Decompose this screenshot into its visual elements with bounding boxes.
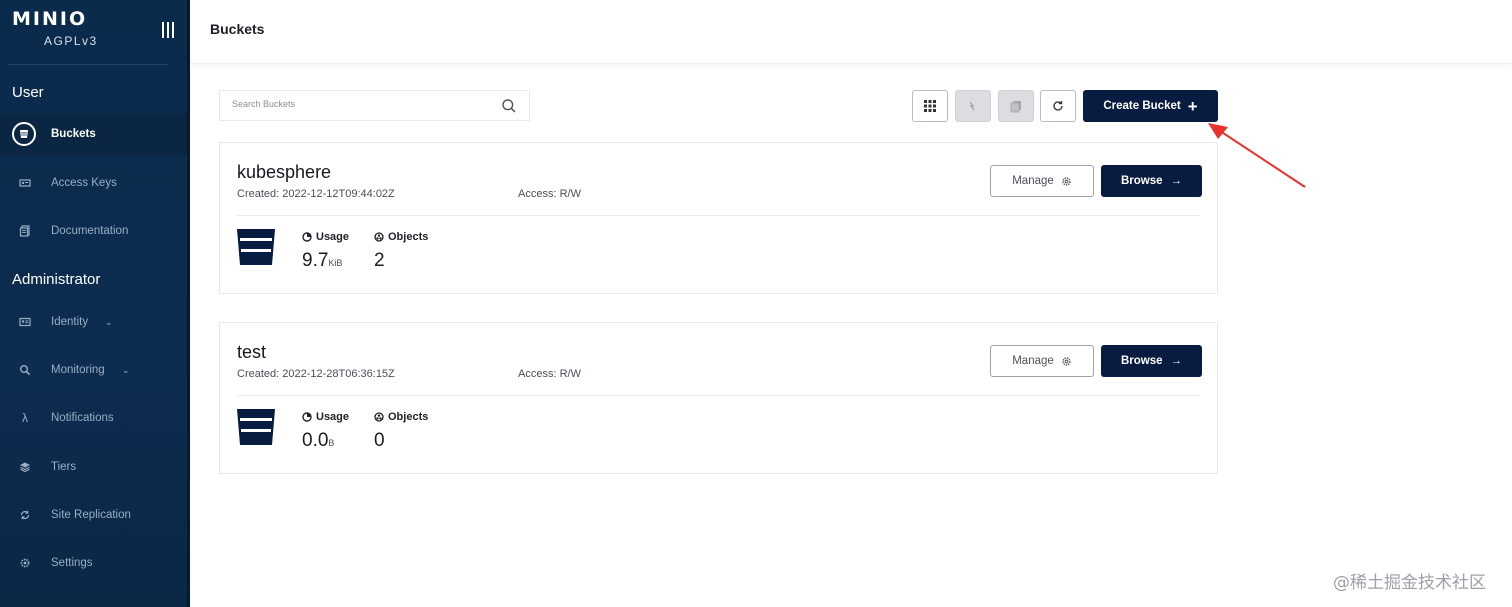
grid-icon bbox=[924, 100, 936, 112]
lambda-icon: λ bbox=[22, 411, 28, 425]
gear-icon bbox=[18, 556, 32, 570]
sidebar-item-documentation[interactable]: Documentation bbox=[0, 210, 187, 252]
search-icon[interactable] bbox=[501, 98, 517, 114]
lifecycle-icon bbox=[1010, 101, 1021, 113]
sidebar-item-label: Identity bbox=[51, 316, 89, 328]
objects-icon bbox=[374, 232, 384, 242]
bucket-access: Access: R/W bbox=[518, 368, 581, 380]
sidebar-item-site-replication[interactable]: Site Replication bbox=[0, 494, 187, 536]
usage-label: Usage bbox=[302, 231, 349, 243]
browse-label: Browse bbox=[1120, 175, 1163, 187]
bucket-created: Created: 2022-12-12T09:44:02Z bbox=[237, 188, 395, 200]
manage-label: Manage bbox=[1012, 175, 1054, 187]
arrow-right-icon: → bbox=[1170, 175, 1183, 187]
bucket-card[interactable]: test Created: 2022-12-28T06:36:15Z Acces… bbox=[219, 322, 1218, 474]
pie-chart-icon bbox=[302, 412, 312, 422]
manage-button[interactable]: Manage bbox=[990, 165, 1094, 197]
sidebar-item-label: Notifications bbox=[51, 412, 114, 424]
key-icon bbox=[18, 176, 32, 190]
bucket-card[interactable]: kubesphere Created: 2022-12-12T09:44:02Z… bbox=[219, 142, 1218, 294]
replication-icon bbox=[18, 508, 32, 522]
usage-label: Usage bbox=[302, 411, 349, 423]
page-title: Buckets bbox=[210, 21, 265, 37]
create-bucket-label: Create Bucket bbox=[1103, 100, 1181, 112]
tiers-icon bbox=[18, 460, 32, 474]
divider bbox=[237, 395, 1200, 396]
sidebar-item-label: Site Replication bbox=[51, 509, 131, 521]
set-replication-button[interactable] bbox=[955, 90, 991, 122]
gear-icon bbox=[1062, 356, 1071, 366]
document-icon bbox=[18, 224, 32, 238]
bucket-name[interactable]: test bbox=[237, 342, 266, 363]
sidebar-item-label: Buckets bbox=[51, 128, 96, 140]
minio-logo: MINIO bbox=[12, 8, 88, 30]
pie-chart-icon bbox=[302, 232, 312, 242]
sidebar-item-notifications[interactable]: λ Notifications bbox=[0, 397, 187, 439]
sidebar-item-label: Settings bbox=[51, 557, 93, 569]
collapse-menu-icon[interactable] bbox=[162, 22, 176, 38]
identity-icon bbox=[18, 315, 32, 329]
set-lifecycle-button[interactable] bbox=[998, 90, 1034, 122]
usage-value: 9.7KiB bbox=[302, 250, 343, 271]
sidebar-item-tiers[interactable]: Tiers bbox=[0, 446, 187, 488]
bucket-name[interactable]: kubesphere bbox=[237, 162, 331, 183]
browse-button[interactable]: Browse → bbox=[1101, 165, 1202, 197]
objects-label: Objects bbox=[374, 231, 428, 243]
sidebar-item-label: Documentation bbox=[51, 225, 129, 237]
bucket-access: Access: R/W bbox=[518, 188, 581, 200]
annotation-arrow bbox=[1208, 123, 1306, 188]
create-bucket-button[interactable]: Create Bucket + bbox=[1083, 90, 1218, 122]
chevron-down-icon: ⌄ bbox=[105, 316, 113, 327]
bucket-icon bbox=[237, 409, 275, 445]
refresh-icon bbox=[1053, 101, 1063, 111]
sidebar: MINIO AGPLv3 User Buckets Access Keys Do… bbox=[0, 0, 190, 607]
search-input[interactable] bbox=[232, 99, 492, 109]
sidebar-item-access-keys[interactable]: Access Keys bbox=[0, 162, 187, 204]
section-title-administrator: Administrator bbox=[12, 271, 101, 288]
watermark: @稀土掘金技术社区 bbox=[1333, 573, 1486, 593]
plus-icon: + bbox=[1187, 96, 1198, 116]
usage-value: 0.0B bbox=[302, 430, 335, 451]
refresh-button[interactable] bbox=[1040, 90, 1076, 122]
objects-icon bbox=[374, 412, 384, 422]
browse-label: Browse bbox=[1120, 355, 1163, 367]
divider bbox=[8, 64, 168, 65]
sidebar-item-monitoring[interactable]: Monitoring ⌄ bbox=[0, 349, 187, 391]
sidebar-item-identity[interactable]: Identity ⌄ bbox=[0, 301, 187, 343]
objects-label: Objects bbox=[374, 411, 428, 423]
monitoring-icon bbox=[18, 363, 32, 377]
chevron-down-icon: ⌄ bbox=[122, 364, 130, 375]
manage-button[interactable]: Manage bbox=[990, 345, 1094, 377]
bucket-icon bbox=[237, 229, 275, 265]
section-title-user: User bbox=[12, 84, 44, 101]
objects-value: 2 bbox=[374, 250, 385, 271]
grid-view-button[interactable] bbox=[912, 90, 948, 122]
bucket-icon bbox=[12, 122, 36, 146]
gear-icon bbox=[1062, 176, 1071, 186]
bucket-created: Created: 2022-12-28T06:36:15Z bbox=[237, 368, 395, 380]
manage-label: Manage bbox=[1012, 355, 1054, 367]
search-box[interactable] bbox=[219, 90, 530, 121]
sidebar-item-label: Access Keys bbox=[51, 177, 117, 189]
sidebar-item-label: Monitoring bbox=[51, 364, 105, 376]
objects-value: 0 bbox=[374, 430, 385, 451]
sidebar-item-buckets[interactable]: Buckets bbox=[0, 113, 187, 155]
edition-label: AGPLv3 bbox=[44, 34, 98, 48]
sidebar-item-settings[interactable]: Settings bbox=[0, 542, 187, 584]
replication-icon bbox=[969, 101, 975, 111]
divider bbox=[237, 215, 1200, 216]
browse-button[interactable]: Browse → bbox=[1101, 345, 1202, 377]
sidebar-item-label: Tiers bbox=[51, 461, 77, 473]
page-header: Buckets bbox=[190, 0, 1512, 64]
arrow-right-icon: → bbox=[1170, 355, 1183, 367]
